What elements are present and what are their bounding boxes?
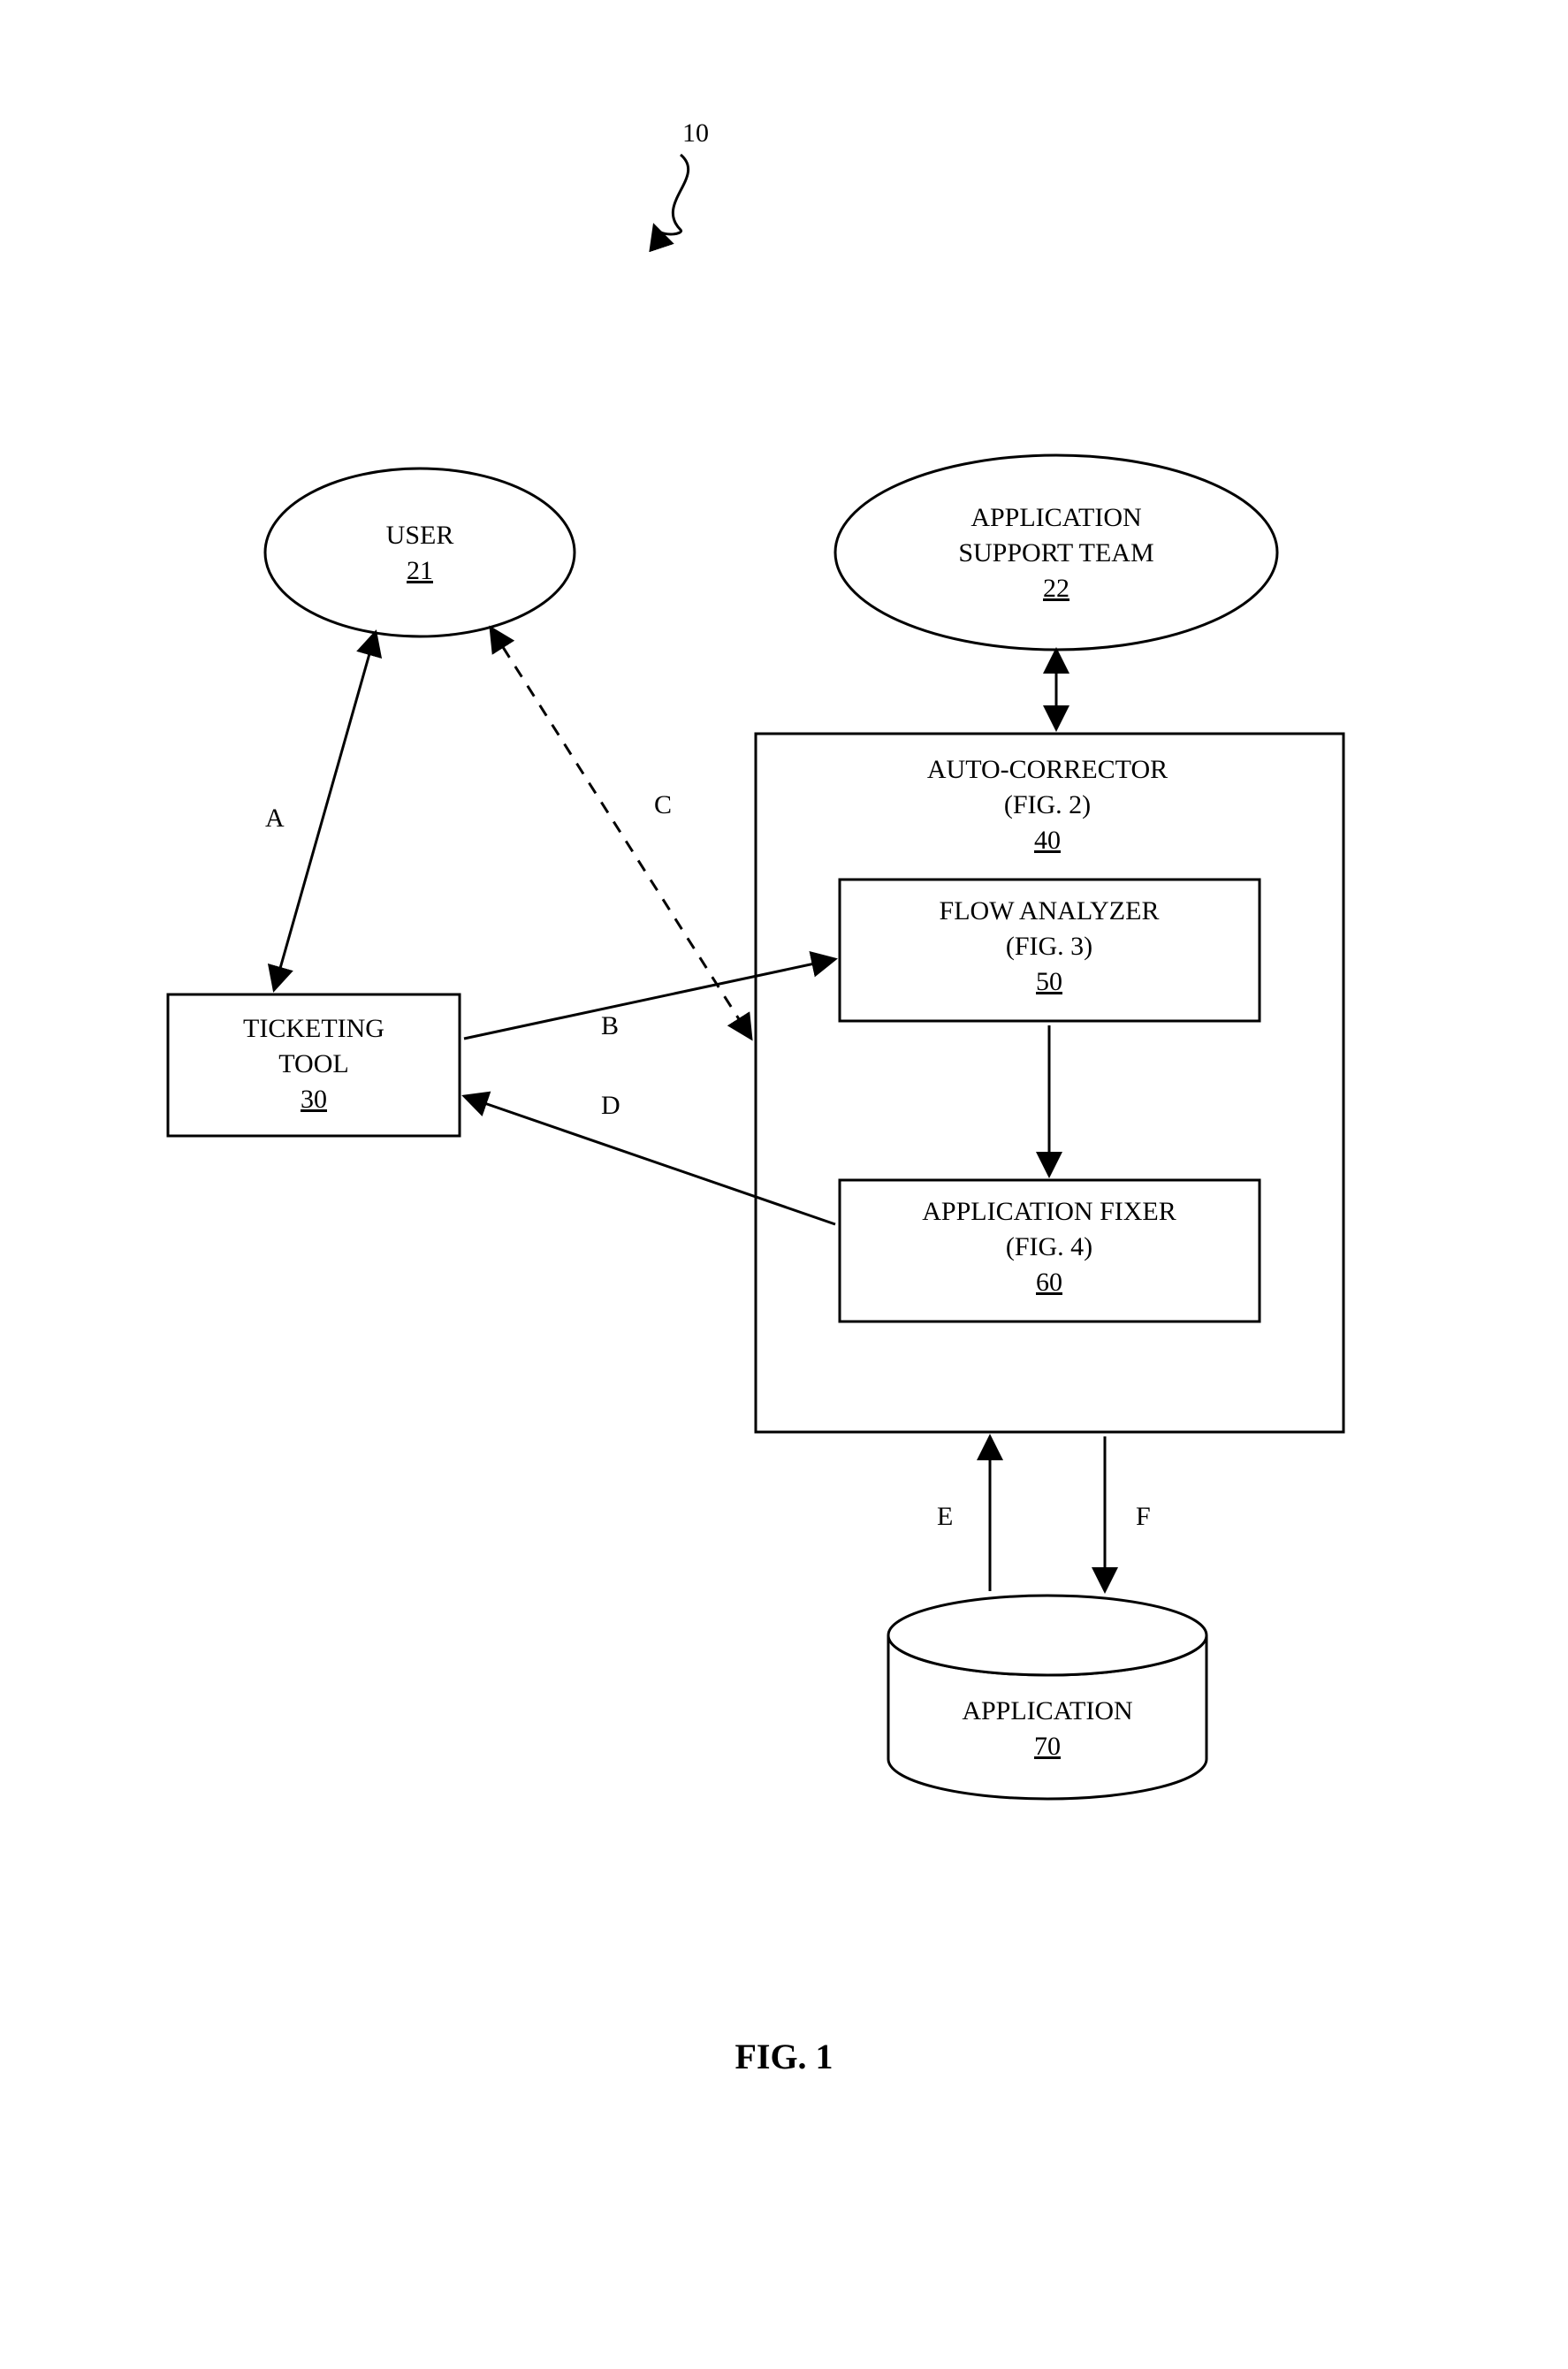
app-fixer-label1: APPLICATION FIXER [922,1197,1176,1226]
node-application-fixer: APPLICATION FIXER (FIG. 4) 60 [840,1180,1260,1322]
edge-A [274,632,376,990]
edge-F-label: F [1136,1502,1151,1531]
node-support-team: APPLICATION SUPPORT TEAM 22 [835,455,1277,650]
flow-analyzer-label2: (FIG. 3) [1006,932,1092,961]
auto-corrector-num: 40 [1034,826,1061,855]
user-label: USER [386,521,454,550]
user-num: 21 [407,556,433,585]
edge-D-label: D [601,1091,620,1120]
flow-analyzer-num: 50 [1036,967,1062,996]
figure-number-top: 10 [682,118,709,148]
edge-C [491,628,751,1039]
figure-caption: FIG. 1 [735,2037,833,2076]
flow-analyzer-label1: FLOW ANALYZER [940,896,1160,926]
node-user: USER 21 [265,468,575,636]
node-ticketing-tool: TICKETING TOOL 30 [168,994,460,1136]
application-num: 70 [1034,1732,1061,1761]
diagram-canvas: 10 USER 21 APPLICATION SUPPORT TEAM 22 T… [0,0,1568,2369]
support-team-num: 22 [1043,574,1069,603]
ticketing-label1: TICKETING [243,1014,384,1043]
support-team-label2: SUPPORT TEAM [958,538,1153,567]
edge-A-label: A [265,804,285,833]
auto-corrector-label2: (FIG. 2) [1004,790,1091,819]
support-team-label1: APPLICATION [970,503,1141,532]
app-fixer-num: 60 [1036,1268,1062,1297]
node-application: APPLICATION 70 [888,1596,1206,1799]
edge-E-label: E [937,1502,953,1531]
application-label: APPLICATION [962,1696,1132,1725]
auto-corrector-label1: AUTO-CORRECTOR [927,755,1168,784]
edge-B-label: B [601,1011,619,1040]
app-fixer-label2: (FIG. 4) [1006,1232,1092,1261]
ticketing-num: 30 [301,1085,327,1114]
node-flow-analyzer: FLOW ANALYZER (FIG. 3) 50 [840,880,1260,1021]
edge-C-label: C [654,790,672,819]
figure-lead-arrow [654,155,689,234]
ticketing-label2: TOOL [278,1049,348,1078]
